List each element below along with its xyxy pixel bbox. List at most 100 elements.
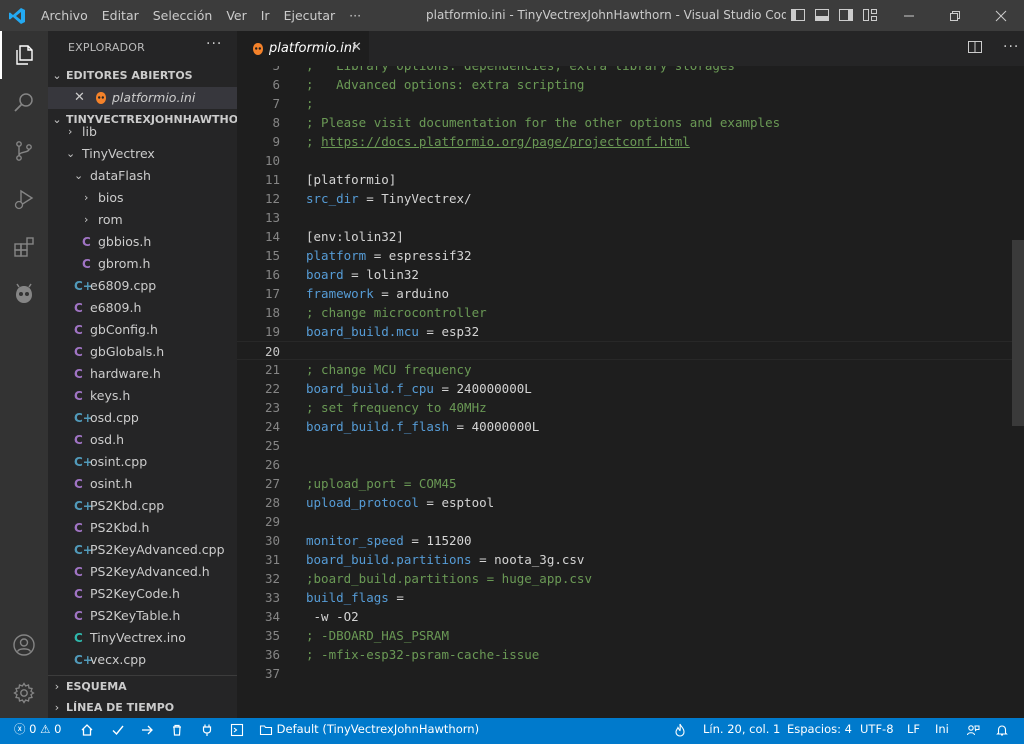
tree-file-ps2keyadvanced-cpp[interactable]: C+ PS2KeyAdvanced.cpp bbox=[48, 539, 237, 561]
tree-file-gbbios-h[interactable]: C gbbios.h bbox=[48, 231, 237, 253]
menu-more[interactable]: ··· bbox=[342, 0, 368, 31]
tree-folder-bios[interactable]: › bios bbox=[48, 187, 237, 209]
menu-ejecutar[interactable]: Ejecutar bbox=[277, 0, 343, 31]
code-line[interactable]: 11 [platformio] bbox=[237, 170, 1024, 189]
code-line[interactable]: 34 -w -O2 bbox=[237, 607, 1024, 626]
tree-file-e6809-cpp[interactable]: C+ e6809.cpp bbox=[48, 275, 237, 297]
tree-file-gbconfig-h[interactable]: C gbConfig.h bbox=[48, 319, 237, 341]
menu-archivo[interactable]: Archivo bbox=[34, 0, 95, 31]
tree-file-e6809-h[interactable]: C e6809.h bbox=[48, 297, 237, 319]
timeline-section-header[interactable]: › LÍNEA DE TIEMPO bbox=[48, 697, 237, 718]
tree-file-osd-h[interactable]: C osd.h bbox=[48, 429, 237, 451]
tree-folder-rom[interactable]: › rom bbox=[48, 209, 237, 231]
encoding[interactable]: UTF-8 bbox=[860, 718, 894, 744]
menu-editar[interactable]: Editar bbox=[95, 0, 146, 31]
pio-env-switcher[interactable]: Default (TinyVectrexJohnHawthorn) bbox=[259, 718, 479, 744]
tree-file-osint-h[interactable]: C osint.h bbox=[48, 473, 237, 495]
code-line[interactable]: 6 ; Advanced options: extra scripting bbox=[237, 75, 1024, 94]
code-line[interactable]: 37 bbox=[237, 664, 1024, 683]
cursor-position[interactable]: Lín. 20, col. 1 bbox=[703, 718, 780, 744]
code-line[interactable]: 22 board_build.f_cpu = 240000000L bbox=[237, 379, 1024, 398]
restore-button[interactable] bbox=[932, 0, 978, 31]
code-line[interactable]: 33 build_flags = bbox=[237, 588, 1024, 607]
code-line[interactable]: 28 upload_protocol = esptool bbox=[237, 493, 1024, 512]
problems-indicator[interactable]: ⓧ 0 ⚠ 0 bbox=[14, 718, 61, 744]
flame-icon-button[interactable] bbox=[674, 718, 686, 744]
accounts-activity[interactable] bbox=[0, 621, 48, 669]
tree-file-keys-h[interactable]: C keys.h bbox=[48, 385, 237, 407]
code-line[interactable]: 29 bbox=[237, 512, 1024, 531]
tree-file-ps2keytable-h[interactable]: C PS2KeyTable.h bbox=[48, 605, 237, 627]
code-line[interactable]: 19 board_build.mcu = esp32 bbox=[237, 322, 1024, 341]
pio-build-button[interactable] bbox=[111, 718, 125, 744]
code-line[interactable]: 10 bbox=[237, 151, 1024, 170]
menu-seleccion[interactable]: Selección bbox=[146, 0, 220, 31]
code-line[interactable]: 17 framework = arduino bbox=[237, 284, 1024, 303]
code-line[interactable]: 16 board = lolin32 bbox=[237, 265, 1024, 284]
split-editor-icon[interactable] bbox=[967, 39, 983, 59]
tree-file-ps2keycode-h[interactable]: C PS2KeyCode.h bbox=[48, 583, 237, 605]
code-line[interactable]: 36 ; -mfix-esp32-psram-cache-issue bbox=[237, 645, 1024, 664]
tree-file-tinyvectrex-ino[interactable]: C TinyVectrex.ino bbox=[48, 627, 237, 649]
toggle-secondary-sidebar-icon[interactable] bbox=[838, 7, 858, 25]
code-line[interactable]: 5 ; Library options: dependencies, extra … bbox=[237, 66, 1024, 75]
code-line[interactable]: 21 ; change MCU frequency bbox=[237, 360, 1024, 379]
explorer-activity[interactable] bbox=[0, 31, 48, 79]
code-editor[interactable]: 5 ; Library options: dependencies, extra … bbox=[237, 66, 1024, 718]
search-activity[interactable] bbox=[0, 79, 48, 127]
customize-layout-icon[interactable] bbox=[862, 7, 882, 25]
code-line[interactable]: 14 [env:lolin32] bbox=[237, 227, 1024, 246]
code-line[interactable]: 35 ; -DBOARD_HAS_PSRAM bbox=[237, 626, 1024, 645]
tree-folder-dataflash[interactable]: ⌄ dataFlash bbox=[48, 165, 237, 187]
tree-file-gbglobals-h[interactable]: C gbGlobals.h bbox=[48, 341, 237, 363]
menu-ir[interactable]: Ir bbox=[254, 0, 277, 31]
notifications-button[interactable] bbox=[995, 718, 1009, 744]
tree-file-vecx-cpp[interactable]: C+ vecx.cpp bbox=[48, 649, 237, 671]
menu-ver[interactable]: Ver bbox=[219, 0, 253, 31]
code-line[interactable]: 20 bbox=[237, 341, 1024, 360]
code-line[interactable]: 18 ; change microcontroller bbox=[237, 303, 1024, 322]
code-line[interactable]: 32 ;board_build.partitions = huge_app.csv bbox=[237, 569, 1024, 588]
tree-folder-tinyvectrex[interactable]: ⌄ TinyVectrex bbox=[48, 143, 237, 165]
code-line[interactable]: 13 bbox=[237, 208, 1024, 227]
tree-folder-lib[interactable]: › lib bbox=[48, 121, 237, 143]
outline-section-header[interactable]: › ESQUEMA bbox=[48, 675, 237, 697]
code-line[interactable]: 12 src_dir = TinyVectrex/ bbox=[237, 189, 1024, 208]
code-line[interactable]: 7; bbox=[237, 94, 1024, 113]
code-line[interactable]: 25 bbox=[237, 436, 1024, 455]
pio-clean-button[interactable] bbox=[170, 718, 184, 744]
editor-scrollbar[interactable] bbox=[1012, 66, 1024, 718]
extensions-activity[interactable] bbox=[0, 223, 48, 271]
code-line[interactable]: 27 ;upload_port = COM45 bbox=[237, 474, 1024, 493]
toggle-panel-icon[interactable] bbox=[814, 7, 834, 25]
indentation[interactable]: Espacios: 4 bbox=[787, 718, 852, 744]
tree-file-ps2keyadvanced-h[interactable]: C PS2KeyAdvanced.h bbox=[48, 561, 237, 583]
tree-file-ps2kbd-h[interactable]: C PS2Kbd.h bbox=[48, 517, 237, 539]
tree-file-hardware-h[interactable]: C hardware.h bbox=[48, 363, 237, 385]
minimize-button[interactable] bbox=[886, 0, 932, 31]
tree-file-osint-cpp[interactable]: C+ osint.cpp bbox=[48, 451, 237, 473]
close-icon[interactable]: ✕ bbox=[351, 40, 362, 55]
feedback-button[interactable] bbox=[966, 718, 980, 744]
close-icon[interactable]: ✕ bbox=[74, 87, 85, 109]
platformio-activity[interactable] bbox=[0, 271, 48, 319]
pio-terminal-button[interactable] bbox=[230, 718, 244, 744]
code-line[interactable]: 24 board_build.f_flash = 40000000L bbox=[237, 417, 1024, 436]
toggle-primary-sidebar-icon[interactable] bbox=[790, 7, 810, 25]
more-actions-icon[interactable]: ··· bbox=[1003, 39, 1019, 59]
explorer-more-button[interactable]: ··· bbox=[206, 36, 222, 52]
code-line[interactable]: 31 board_build.partitions = noota_3g.csv bbox=[237, 550, 1024, 569]
close-window-button[interactable] bbox=[978, 0, 1024, 31]
code-line[interactable]: 30 monitor_speed = 115200 bbox=[237, 531, 1024, 550]
tree-file-gbrom-h[interactable]: C gbrom.h bbox=[48, 253, 237, 275]
tree-file-osd-cpp[interactable]: C+ osd.cpp bbox=[48, 407, 237, 429]
pio-upload-button[interactable] bbox=[140, 718, 154, 744]
manage-activity[interactable] bbox=[0, 669, 48, 717]
code-line[interactable]: 23 ; set frequency to 40MHz bbox=[237, 398, 1024, 417]
tab-platformio-ini[interactable]: platformio.ini ✕ bbox=[237, 31, 369, 66]
open-editor-item[interactable]: ✕ platformio.ini bbox=[48, 87, 237, 109]
pio-home-button[interactable] bbox=[80, 718, 94, 744]
code-line[interactable]: 8 ; Please visit documentation for the ot… bbox=[237, 113, 1024, 132]
run-debug-activity[interactable] bbox=[0, 175, 48, 223]
source-control-activity[interactable] bbox=[0, 127, 48, 175]
